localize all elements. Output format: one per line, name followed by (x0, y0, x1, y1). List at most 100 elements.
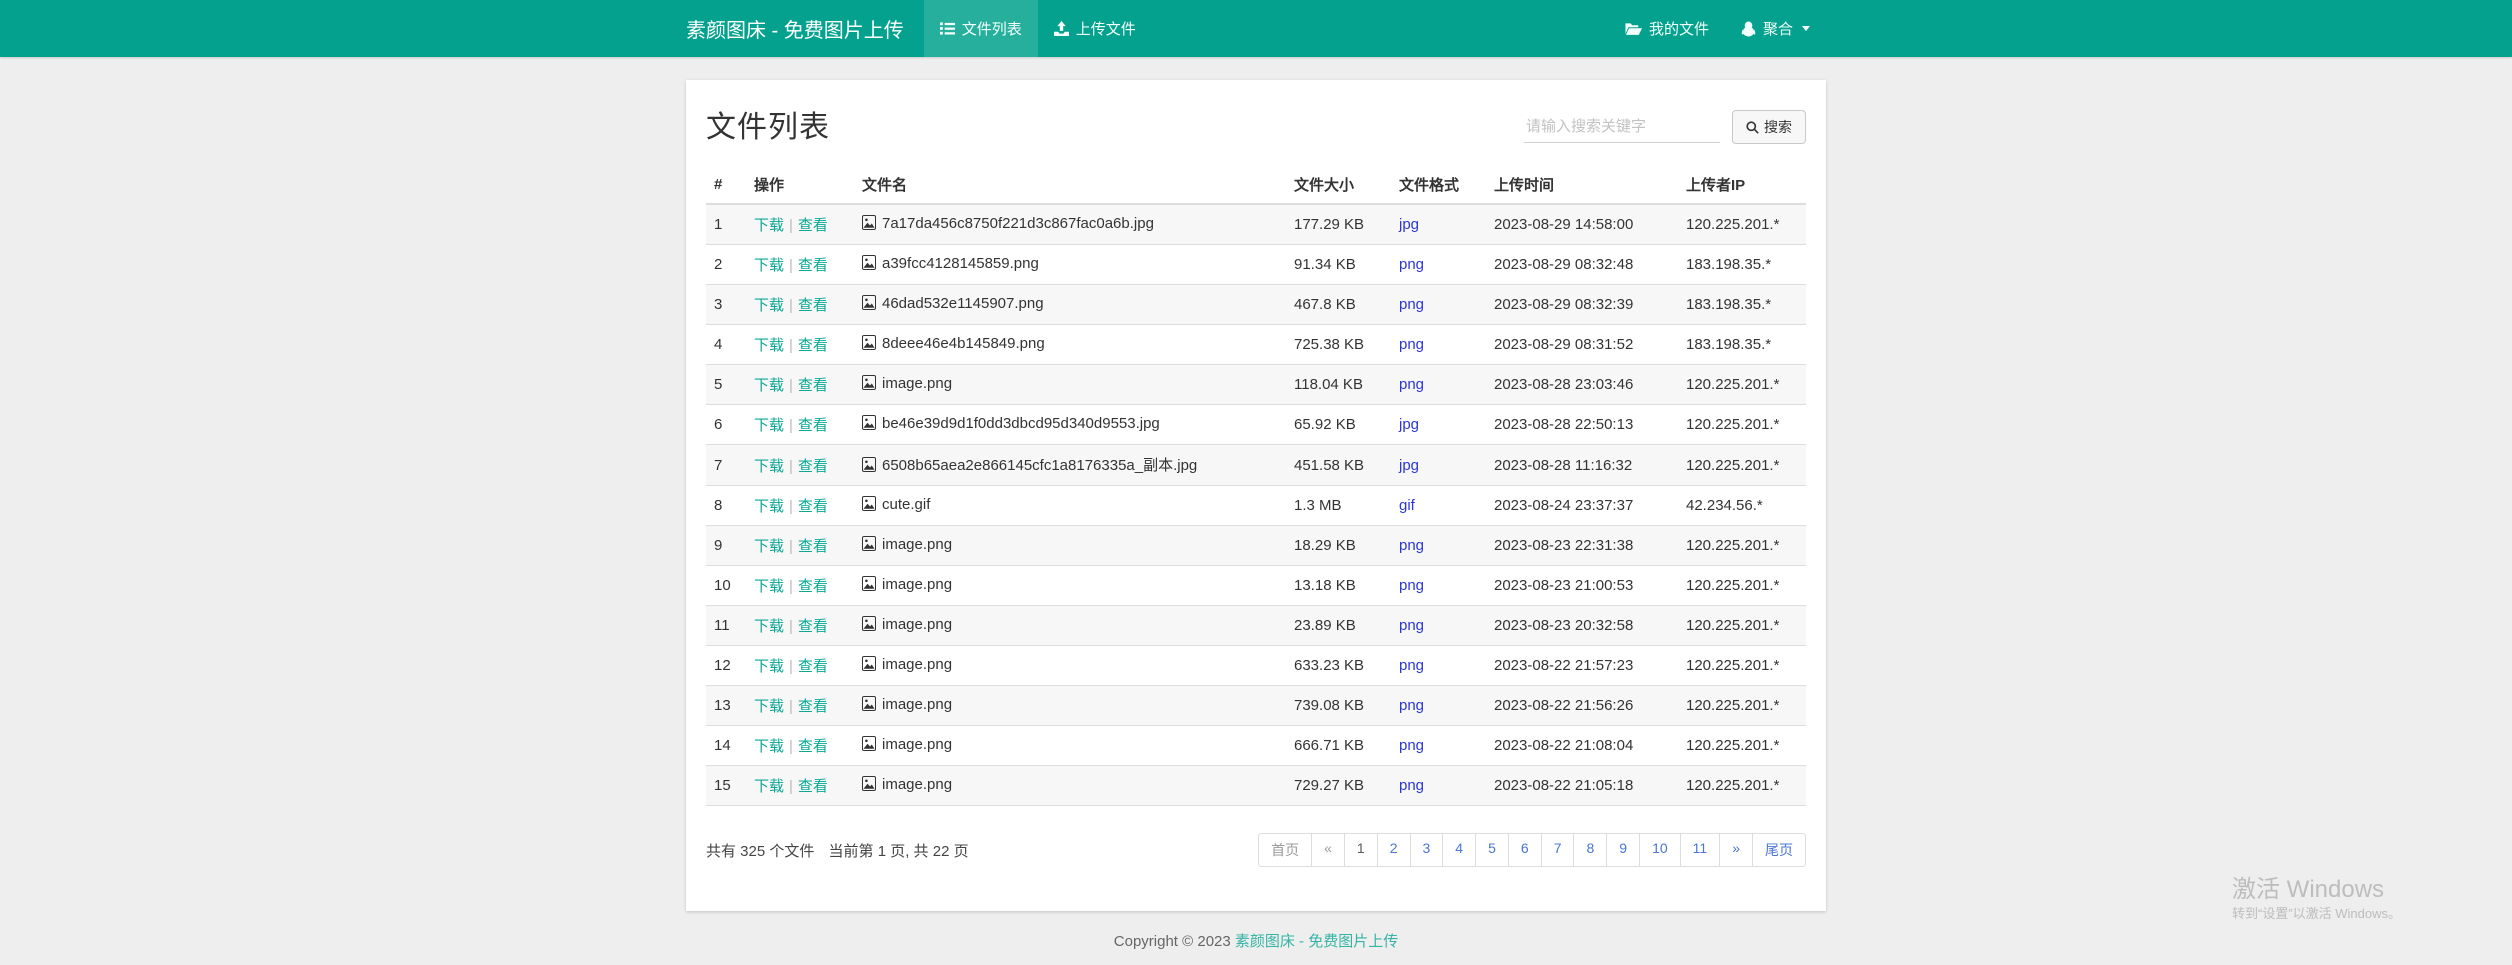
row-format-cell: png (1391, 766, 1486, 806)
row-index: 10 (706, 566, 746, 606)
row-filename: 46dad532e1145907.png (882, 295, 1044, 312)
view-link[interactable]: 查看 (798, 297, 828, 314)
navbar: 素颜图床 - 免费图片上传 文件列表 (0, 0, 2512, 57)
search-button[interactable]: 搜索 (1732, 110, 1806, 144)
pagination-item[interactable]: 5 (1475, 833, 1509, 867)
row-filename-cell: image.png (854, 726, 1286, 766)
download-link[interactable]: 下载 (754, 498, 784, 515)
download-link[interactable]: 下载 (754, 458, 784, 475)
download-link[interactable]: 下载 (754, 698, 784, 715)
download-link[interactable]: 下载 (754, 778, 784, 795)
pagination-item[interactable]: 8 (1573, 833, 1607, 867)
nav-item-aggregate-dropdown[interactable]: 聚合 (1725, 0, 1826, 57)
row-uploader-ip: 42.234.56.* (1678, 486, 1806, 526)
format-link[interactable]: gif (1399, 497, 1415, 514)
view-link[interactable]: 查看 (798, 377, 828, 394)
nav-item-label: 我的文件 (1649, 18, 1709, 39)
table-row: 3 下载|查看 46dad532e1145907.png 467.8 KB pn… (706, 285, 1806, 325)
row-filename: 7a17da456c8750f221d3c867fac0a6b.jpg (882, 215, 1154, 232)
row-filename: be46e39d9d1f0dd3dbcd95d340d9553.jpg (882, 415, 1160, 432)
view-link[interactable]: 查看 (798, 658, 828, 675)
pagination-item[interactable]: 10 (1639, 833, 1681, 867)
row-upload-time: 2023-08-23 20:32:58 (1486, 606, 1678, 646)
view-link[interactable]: 查看 (798, 578, 828, 595)
pagination-item[interactable]: « (1311, 833, 1345, 867)
view-link[interactable]: 查看 (798, 778, 828, 795)
format-link[interactable]: png (1399, 256, 1424, 273)
pagination-item[interactable]: 11 (1680, 833, 1721, 867)
view-link[interactable]: 查看 (798, 698, 828, 715)
format-link[interactable]: jpg (1399, 457, 1419, 474)
col-header-ip: 上传者IP (1678, 166, 1806, 204)
table-row: 12 下载|查看 image.png 633.23 KB png 2023-08… (706, 646, 1806, 686)
view-link[interactable]: 查看 (798, 498, 828, 515)
download-link[interactable]: 下载 (754, 738, 784, 755)
copyright-text: Copyright © 2023 (1114, 933, 1235, 950)
row-upload-time: 2023-08-29 08:32:48 (1486, 245, 1678, 285)
pagination-item[interactable]: 1 (1344, 833, 1378, 867)
nav-item-my-files[interactable]: 我的文件 (1609, 0, 1725, 57)
pagination-item[interactable]: 4 (1442, 833, 1476, 867)
download-link[interactable]: 下载 (754, 257, 784, 274)
download-link[interactable]: 下载 (754, 618, 784, 635)
view-link[interactable]: 查看 (798, 458, 828, 475)
brand-link[interactable]: 素颜图床 - 免费图片上传 (686, 0, 924, 57)
row-actions: 下载|查看 (746, 766, 854, 806)
table-row: 2 下载|查看 a39fcc4128145859.png 91.34 KB pn… (706, 245, 1806, 285)
view-link[interactable]: 查看 (798, 538, 828, 555)
format-link[interactable]: jpg (1399, 216, 1419, 233)
pagination-item[interactable]: 尾页 (1752, 833, 1806, 867)
view-link[interactable]: 查看 (798, 337, 828, 354)
format-link[interactable]: png (1399, 336, 1424, 353)
format-link[interactable]: png (1399, 376, 1424, 393)
format-link[interactable]: png (1399, 777, 1424, 794)
nav-tab-file-list[interactable]: 文件列表 (924, 0, 1038, 57)
file-list-panel: 文件列表 搜索 # 操作 文件名 文件大 (686, 80, 1826, 911)
table-header-row: # 操作 文件名 文件大小 文件格式 上传时间 上传者IP (706, 166, 1806, 204)
row-size: 177.29 KB (1286, 204, 1391, 245)
row-upload-time: 2023-08-29 14:58:00 (1486, 204, 1678, 245)
pagination-item[interactable]: 2 (1377, 833, 1411, 867)
row-upload-time: 2023-08-29 08:32:39 (1486, 285, 1678, 325)
pagination-item[interactable]: 7 (1541, 833, 1575, 867)
view-link[interactable]: 查看 (798, 217, 828, 234)
download-link[interactable]: 下载 (754, 538, 784, 555)
download-link[interactable]: 下载 (754, 337, 784, 354)
download-link[interactable]: 下载 (754, 578, 784, 595)
row-actions: 下载|查看 (746, 606, 854, 646)
windows-activation-watermark: 激活 Windows 转到“设置”以激活 Windows。 (2232, 876, 2401, 924)
view-link[interactable]: 查看 (798, 417, 828, 434)
view-link[interactable]: 查看 (798, 618, 828, 635)
view-link[interactable]: 查看 (798, 257, 828, 274)
footer-site-link[interactable]: 素颜图床 - 免费图片上传 (1235, 933, 1398, 950)
nav-tab-upload[interactable]: 上传文件 (1038, 0, 1152, 57)
pagination-item[interactable]: 6 (1508, 833, 1542, 867)
format-link[interactable]: png (1399, 537, 1424, 554)
table-row: 4 下载|查看 8deee46e4b145849.png 725.38 KB p… (706, 325, 1806, 365)
download-link[interactable]: 下载 (754, 377, 784, 394)
picture-file-icon (862, 337, 876, 354)
download-link[interactable]: 下载 (754, 658, 784, 675)
pagination-item[interactable]: 首页 (1258, 833, 1312, 867)
download-link[interactable]: 下载 (754, 417, 784, 434)
format-link[interactable]: png (1399, 296, 1424, 313)
download-link[interactable]: 下载 (754, 297, 784, 314)
watermark-line1: 激活 Windows (2232, 876, 2401, 904)
row-uploader-ip: 183.198.35.* (1678, 285, 1806, 325)
view-link[interactable]: 查看 (798, 738, 828, 755)
row-upload-time: 2023-08-29 08:31:52 (1486, 325, 1678, 365)
watermark-line2: 转到“设置”以激活 Windows。 (2232, 904, 2401, 924)
format-link[interactable]: png (1399, 737, 1424, 754)
pagination-item[interactable]: 3 (1410, 833, 1444, 867)
pagination-item[interactable]: 9 (1606, 833, 1640, 867)
row-actions: 下载|查看 (746, 646, 854, 686)
format-link[interactable]: png (1399, 657, 1424, 674)
format-link[interactable]: png (1399, 697, 1424, 714)
format-link[interactable]: png (1399, 617, 1424, 634)
pagination-item[interactable]: » (1719, 833, 1753, 867)
format-link[interactable]: jpg (1399, 416, 1419, 433)
download-link[interactable]: 下载 (754, 217, 784, 234)
search-input[interactable] (1524, 111, 1720, 143)
format-link[interactable]: png (1399, 577, 1424, 594)
row-size: 18.29 KB (1286, 526, 1391, 566)
